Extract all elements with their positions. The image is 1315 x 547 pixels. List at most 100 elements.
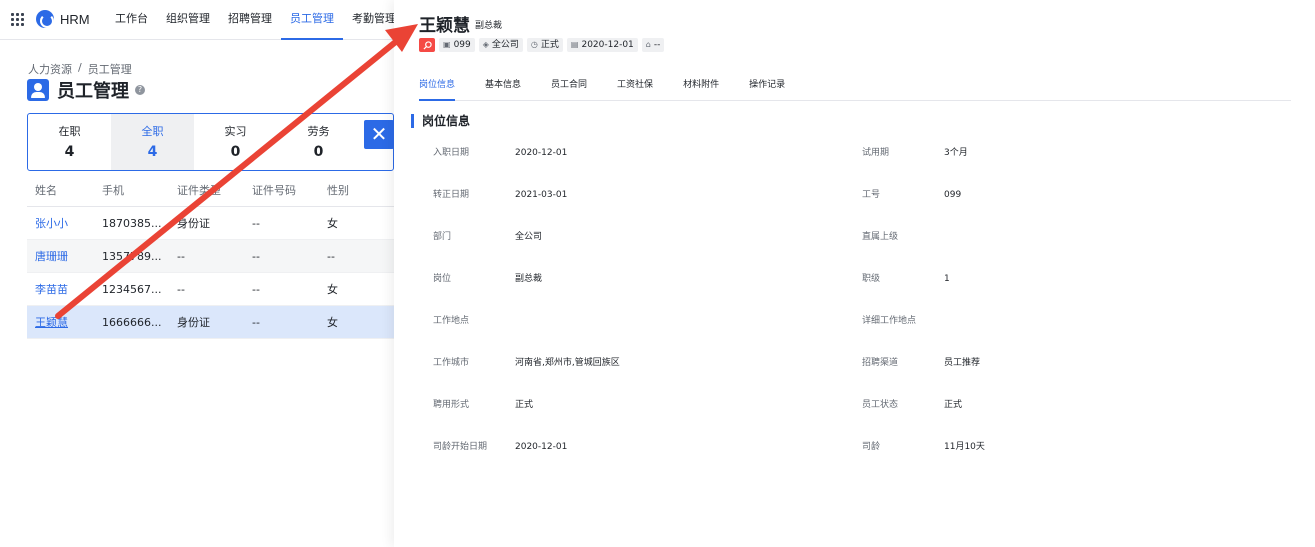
table-body: 张小小 1870385... 身份证 -- 女 唐珊珊 1357789... -… — [27, 207, 394, 339]
logo-text: HRM — [60, 11, 90, 27]
stat-on-job[interactable]: 在职 4 — [28, 114, 111, 170]
section-title: 岗位信息 — [411, 114, 470, 128]
stat-full-time[interactable]: 全职 4 — [111, 114, 194, 170]
employee-name-link[interactable]: 唐珊珊 — [35, 250, 68, 263]
column-header-name: 姓名 — [35, 184, 57, 197]
breadcrumb-separator: / — [78, 61, 82, 74]
employee-tags: ▣ 099 ◈ 全公司 ◷ 正式 ▤ 2020-12-01 ⌂ -- — [419, 38, 665, 52]
field-value: 11月10天 — [944, 442, 985, 452]
app-logo[interactable]: HRM — [36, 10, 90, 28]
table-header: 姓名 手机 证件类型 证件号码 性别 — [27, 174, 394, 207]
field-value: 099 — [944, 190, 962, 200]
field-label: 司龄 — [862, 442, 881, 452]
menu-item-workbench[interactable]: 工作台 — [106, 0, 157, 40]
search-tag[interactable] — [419, 38, 435, 52]
logo-icon — [36, 10, 54, 28]
employee-name-link[interactable]: 张小小 — [35, 217, 68, 230]
table-row[interactable]: 李苗苗 1234567... -- -- 女 — [27, 273, 394, 306]
field-row: 工作城市 河南省,郑州市,管城回族区 招聘渠道 员工推荐 — [433, 355, 1293, 397]
stat-label: 实习 — [224, 125, 247, 138]
cell-gender: -- — [327, 250, 335, 263]
stat-count: 4 — [64, 144, 75, 160]
employee-name: 王颖慧 — [419, 16, 470, 36]
field-label: 招聘渠道 — [862, 358, 899, 368]
menu-item-organization[interactable]: 组织管理 — [157, 0, 219, 40]
employee-name-link[interactable]: 李苗苗 — [35, 283, 68, 296]
stat-count: 0 — [313, 144, 324, 160]
field-row: 司龄开始日期 2020-12-01 司龄 11月10天 — [433, 439, 1293, 481]
cell-gender: 女 — [327, 217, 338, 230]
cell-phone: 1234567... — [102, 283, 162, 296]
field-row: 聘用形式 正式 员工状态 正式 — [433, 397, 1293, 439]
field-value: 2021-03-01 — [515, 190, 568, 200]
field-value: 3个月 — [944, 148, 968, 158]
column-header-phone: 手机 — [102, 184, 124, 197]
cell-id-number: -- — [252, 316, 260, 329]
field-label: 部门 — [433, 232, 452, 242]
employee-number-tag: ▣ 099 — [439, 38, 475, 52]
cell-gender: 女 — [327, 316, 338, 329]
field-label: 直属上级 — [862, 232, 899, 242]
field-label: 聘用形式 — [433, 400, 470, 410]
detail-tabs: 岗位信息 基本信息 员工合同 工资社保 材料附件 操作记录 — [419, 71, 1291, 101]
main-menu: 工作台 组织管理 招聘管理 员工管理 考勤管理 — [106, 0, 405, 40]
page-header: 员工管理 ? — [27, 77, 145, 103]
stat-intern[interactable]: 实习 0 — [194, 114, 277, 170]
cell-id-type: 身份证 — [177, 316, 210, 329]
table-row[interactable]: 张小小 1870385... 身份证 -- 女 — [27, 207, 394, 240]
cell-phone: 1870385... — [102, 217, 162, 230]
field-label: 员工状态 — [862, 400, 899, 410]
field-value — [944, 313, 1291, 355]
field-value: 1 — [944, 274, 950, 284]
tag-text: 099 — [453, 40, 471, 50]
clock-icon: ◷ — [530, 40, 538, 49]
app-grid-icon[interactable] — [11, 13, 24, 26]
employee-role: 副总裁 — [475, 21, 503, 31]
field-label: 司龄开始日期 — [433, 442, 488, 452]
field-value: 河南省,郑州市,管城回族区 — [515, 358, 620, 368]
cell-phone: 1666666... — [102, 316, 162, 329]
breadcrumb-current: 员工管理 — [87, 63, 132, 76]
breadcrumb-root[interactable]: 人力资源 — [28, 61, 72, 77]
field-value: 员工推荐 — [944, 358, 981, 368]
cell-id-type: 身份证 — [177, 217, 210, 230]
field-value: 副总裁 — [515, 274, 543, 284]
cell-phone: 1357789... — [102, 250, 162, 263]
employee-name-link[interactable]: 王颖慧 — [35, 316, 68, 329]
tab-attachments[interactable]: 材料附件 — [683, 71, 719, 101]
search-icon — [422, 40, 432, 50]
tab-position-info[interactable]: 岗位信息 — [419, 71, 456, 101]
table-row[interactable]: 唐珊珊 1357789... -- -- -- — [27, 240, 394, 273]
close-icon: ✕ — [370, 122, 388, 146]
help-icon[interactable]: ? — [135, 85, 145, 95]
field-value: 正式 — [944, 400, 963, 410]
menu-item-recruitment[interactable]: 招聘管理 — [219, 0, 281, 40]
field-value: 2020-12-01 — [515, 148, 568, 158]
tab-basic-info[interactable]: 基本信息 — [485, 71, 521, 101]
status-tag: ◷ 正式 — [526, 38, 563, 52]
field-label: 详细工作地点 — [862, 316, 917, 326]
close-drawer-button[interactable]: ✕ — [364, 120, 394, 149]
id-card-icon: ▣ — [443, 40, 451, 49]
stat-count: 0 — [230, 144, 241, 160]
tab-contract[interactable]: 员工合同 — [551, 71, 587, 101]
layers-icon: ◈ — [482, 40, 489, 49]
tab-salary[interactable]: 工资社保 — [617, 71, 653, 101]
field-label: 工作地点 — [433, 316, 470, 326]
field-label: 入职日期 — [433, 148, 470, 158]
field-label: 工号 — [862, 190, 881, 200]
page-title: 员工管理 — [57, 81, 129, 102]
tab-operation-log[interactable]: 操作记录 — [749, 71, 785, 101]
table-row-selected[interactable]: 王颖慧 1666666... 身份证 -- 女 — [27, 306, 394, 339]
user-icon: ⌂ — [645, 40, 651, 49]
cell-id-type: -- — [177, 250, 185, 263]
menu-item-employees[interactable]: 员工管理 — [281, 0, 343, 40]
field-row: 转正日期 2021-03-01 工号 099 — [433, 187, 1293, 229]
cell-id-number: -- — [252, 250, 260, 263]
tag-text: 正式 — [540, 40, 559, 50]
field-label: 岗位 — [433, 274, 452, 284]
tag-text: 全公司 — [491, 40, 519, 50]
field-label: 转正日期 — [433, 190, 470, 200]
stat-label: 劳务 — [307, 125, 330, 138]
stat-labor[interactable]: 劳务 0 — [277, 114, 360, 170]
